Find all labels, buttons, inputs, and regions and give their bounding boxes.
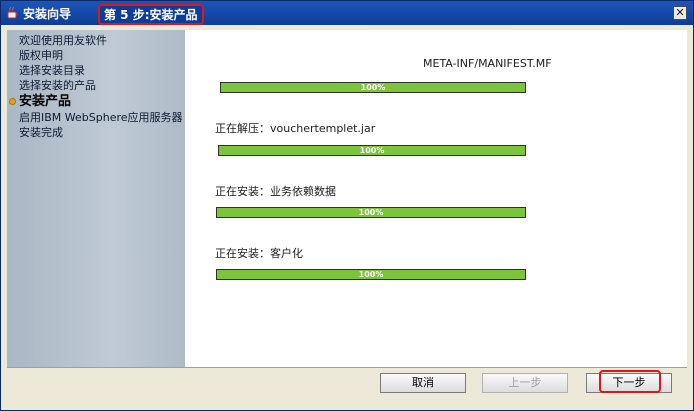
- progress-percent: 100%: [358, 208, 384, 217]
- progress-percent: 100%: [359, 146, 385, 155]
- back-button[interactable]: 上一步: [482, 373, 568, 393]
- current-step-bullet-icon: [9, 98, 16, 105]
- button-bar: 取消 上一步 下一步: [7, 368, 687, 404]
- sidebar-item-select-products: 选择安装的产品: [7, 78, 185, 93]
- cancel-button[interactable]: 取消: [380, 373, 466, 393]
- sidebar-item-label: 安装完成: [19, 126, 63, 139]
- sidebar-item-websphere: 启用IBM WebSphere应用服务器: [7, 110, 185, 125]
- sidebar-item-install-directory: 选择安装目录: [7, 63, 185, 78]
- steps-sidebar: 欢迎使用用友软件 版权申明 选择安装目录 选择安装的产品 安装产品 启用IBM …: [7, 30, 185, 367]
- sidebar-item-finish: 安装完成: [7, 125, 185, 140]
- progress-label: 正在安装：客户化: [215, 247, 303, 260]
- progress-bar: 100%: [216, 207, 526, 218]
- sidebar-item-label: 版权申明: [19, 49, 63, 62]
- sidebar-item-install-products: 安装产品: [7, 93, 185, 110]
- step-indicator: 第 5 步:安装产品: [98, 4, 204, 25]
- progress-label: 正在解压：vouchertemplet.jar: [215, 122, 376, 135]
- steps-list: 欢迎使用用友软件 版权申明 选择安装目录 选择安装的产品 安装产品 启用IBM …: [7, 33, 185, 140]
- sidebar-item-label: 选择安装目录: [19, 64, 85, 77]
- close-icon[interactable]: ✕: [673, 6, 687, 20]
- progress-percent: 100%: [360, 83, 386, 92]
- progress-bar: 100%: [220, 82, 526, 93]
- next-button-highlight: [599, 370, 661, 393]
- sidebar-item-label: 启用IBM WebSphere应用服务器: [19, 111, 183, 124]
- installer-window: 安装向导 第 5 步:安装产品 ✕ 欢迎使用用友软件 版权申明 选择安装目录 选…: [0, 0, 694, 411]
- progress-bar: 100%: [216, 269, 526, 280]
- window-title: 安装向导: [23, 7, 72, 21]
- title-bar[interactable]: 安装向导 第 5 步:安装产品 ✕: [1, 1, 693, 25]
- progress-label: META-INF/MANIFEST.MF: [423, 57, 552, 70]
- sidebar-item-label: 欢迎使用用友软件: [19, 34, 107, 47]
- progress-percent: 100%: [358, 270, 384, 279]
- java-cup-icon: [7, 6, 18, 19]
- progress-label: 正在安装：业务依赖数据: [215, 185, 336, 198]
- step-indicator-label: 第 5 步:安装产品: [104, 8, 198, 22]
- sidebar-item-label: 选择安装的产品: [19, 79, 96, 92]
- sidebar-item-label: 安装产品: [19, 94, 72, 109]
- progress-panel: META-INF/MANIFEST.MF 100% 正在解压：voucherte…: [185, 30, 687, 367]
- sidebar-item-welcome: 欢迎使用用友软件: [7, 33, 185, 48]
- progress-bar: 100%: [218, 145, 526, 156]
- sidebar-item-copyright: 版权申明: [7, 48, 185, 63]
